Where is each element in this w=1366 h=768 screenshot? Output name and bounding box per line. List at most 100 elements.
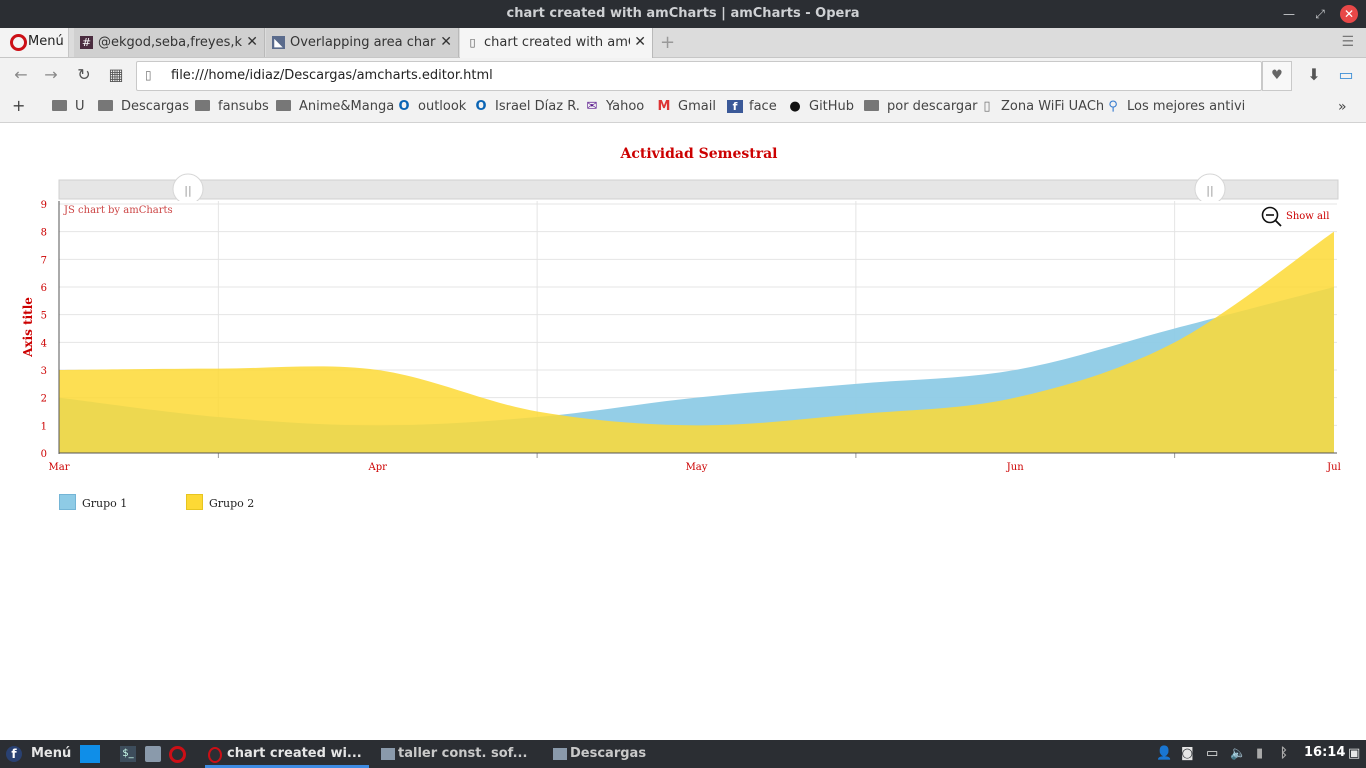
bookmark-outlook[interactable]: Ooutlook xyxy=(396,99,466,114)
bookmark-gmail[interactable]: M Gmail xyxy=(656,99,716,114)
y-tick-label: 4 xyxy=(41,338,47,349)
bookmark-u[interactable]: U xyxy=(52,99,85,114)
bookmark-anime-manga[interactable]: Anime&Manga xyxy=(276,99,394,114)
x-tick-label: Jun xyxy=(1006,462,1024,473)
bookmark-israel[interactable]: O Israel Díaz R. xyxy=(473,99,579,114)
legend-item-grupo-1[interactable]: Grupo 1 xyxy=(59,494,127,510)
y-axis-title: Axis title xyxy=(21,297,35,358)
bookmark-label: Yahoo xyxy=(606,99,645,114)
bookmark-face[interactable]: f face xyxy=(727,99,777,114)
downloads-icon[interactable]: ⬇ xyxy=(1303,65,1325,84)
file-manager-icon[interactable] xyxy=(145,746,161,762)
bookmark-label: Anime&Manga xyxy=(299,99,395,114)
address-url[interactable]: file:///home/idiaz/Descargas/amcharts.ed… xyxy=(171,68,493,83)
speed-dial-grid-icon[interactable]: ▦ xyxy=(105,65,127,84)
x-tick-label: Apr xyxy=(368,462,388,473)
tab-label: chart created with amCh xyxy=(484,35,630,50)
bookmarks-bar: + U Descargas fansubs Anime&Manga Ooutlo… xyxy=(0,92,1366,123)
forward-button[interactable]: → xyxy=(40,65,62,84)
address-bar[interactable]: ▯ file:///home/idiaz/Descargas/amcharts.… xyxy=(136,61,1262,91)
add-bookmark-button[interactable]: + xyxy=(12,96,25,115)
tab-label: Overlapping area chart - xyxy=(290,35,436,50)
scrollbar-left-grip[interactable]: || xyxy=(172,173,204,205)
scrollbar-right-grip[interactable]: || xyxy=(1194,173,1226,205)
bluetooth-icon[interactable]: ᛒ xyxy=(1280,746,1288,761)
maximize-button[interactable]: ⤢ xyxy=(1311,5,1329,23)
tab-menu-icon[interactable]: ☰ xyxy=(1341,34,1354,50)
taskbar-app-opera[interactable]: chart created wi... xyxy=(227,746,362,761)
x-tick-label: Jul xyxy=(1326,462,1341,473)
window-title: chart created with amCharts | amCharts -… xyxy=(506,6,860,21)
outlook-icon: O xyxy=(398,99,410,114)
x-tick-labels: Mar Apr May Jun Jul xyxy=(49,462,1341,473)
legend-label: Grupo 2 xyxy=(209,497,255,510)
folder-icon xyxy=(276,100,291,111)
navigation-bar: ← → ↻ ▦ ▯ file:///home/idiaz/Descargas/a… xyxy=(0,58,1366,92)
bookmark-label: GitHub xyxy=(809,99,855,114)
back-button[interactable]: ← xyxy=(10,65,32,84)
user-icon[interactable]: 👤 xyxy=(1156,746,1172,761)
clock: 16:14 xyxy=(1304,745,1346,760)
outlook-icon: O xyxy=(475,99,487,114)
bookmark-zona-wifi[interactable]: ▯ Zona WiFi UACh xyxy=(979,99,1104,114)
bookmark-label: face xyxy=(749,99,777,114)
y-tick-label: 6 xyxy=(41,283,47,294)
close-tab-icon[interactable]: ✕ xyxy=(246,34,258,50)
opera-icon xyxy=(208,747,222,763)
svg-text:||: || xyxy=(184,184,191,197)
bookmark-descargas[interactable]: Descargas xyxy=(98,99,189,114)
battery-saver-icon[interactable]: ▭ xyxy=(1335,65,1357,84)
fedora-logo-icon: f xyxy=(6,746,22,762)
bookmark-label: Descargas xyxy=(121,99,190,114)
close-window-button[interactable]: ✕ xyxy=(1340,5,1358,23)
y-tick-label: 5 xyxy=(41,311,47,322)
tab-irc[interactable]: # @ekgod,seba,freyes,kiwi ✕ xyxy=(74,28,265,57)
terminal-icon[interactable]: $_ xyxy=(120,746,136,762)
bookmark-label: U xyxy=(75,99,85,114)
display-icon[interactable]: ▭ xyxy=(1206,746,1218,761)
close-tab-icon[interactable]: ✕ xyxy=(634,34,646,50)
legend-label: Grupo 1 xyxy=(82,497,128,510)
folder-icon xyxy=(553,748,567,760)
bookmark-github[interactable]: ● GitHub xyxy=(787,99,854,114)
opera-menu-label: Menú xyxy=(28,34,64,49)
taskbar: f Menú $_ chart created wi... taller con… xyxy=(0,740,1366,768)
taskbar-app-taller[interactable]: taller const. sof... xyxy=(398,746,527,761)
bookmark-heart-icon[interactable]: ♥ xyxy=(1262,61,1292,91)
new-tab-button[interactable]: + xyxy=(660,32,675,53)
legend-item-grupo-2[interactable]: Grupo 2 xyxy=(186,494,254,510)
x-tick-label: May xyxy=(686,462,708,473)
github-icon: ● xyxy=(789,99,801,114)
opera-menu-button[interactable]: Menú xyxy=(0,28,69,57)
svg-text:||: || xyxy=(1206,184,1213,197)
chart-scrollbar[interactable] xyxy=(58,179,1339,200)
reload-button[interactable]: ↻ xyxy=(73,65,95,84)
folder-icon xyxy=(98,100,113,111)
bookmark-fansubs[interactable]: fansubs xyxy=(195,99,269,114)
tab-label: @ekgod,seba,freyes,kiwi xyxy=(98,35,242,50)
window-titlebar: chart created with amCharts | amCharts -… xyxy=(0,0,1366,28)
amcharts-credit[interactable]: JS chart by amCharts xyxy=(63,205,173,216)
opera-launcher-icon[interactable] xyxy=(169,746,186,763)
bookmark-yahoo[interactable]: ✉ Yahoo xyxy=(584,99,645,114)
y-tick-label: 9 xyxy=(41,200,47,211)
y-tick-labels: 0 1 2 3 4 5 6 7 8 9 xyxy=(41,200,47,460)
chart-page: Actividad Semestral || || 0 1 2 3 4 5 6 7 8 9 Mar… xyxy=(0,123,1366,740)
taskbar-app-descargas[interactable]: Descargas xyxy=(570,746,646,761)
close-tab-icon[interactable]: ✕ xyxy=(440,34,452,50)
bookmark-por-descargar[interactable]: por descargar xyxy=(864,99,978,114)
volume-icon[interactable]: 🔈 xyxy=(1230,746,1246,761)
page-icon: ▯ xyxy=(983,99,991,114)
tab-chart-created[interactable]: ▯ chart created with amCh ✕ xyxy=(460,28,653,58)
y-tick-label: 2 xyxy=(41,394,47,405)
battery-icon[interactable]: ▮ xyxy=(1256,746,1263,761)
show-desktop-icon[interactable] xyxy=(80,745,100,763)
legend-swatch xyxy=(186,494,203,510)
taskbar-menu-button[interactable]: Menú xyxy=(31,746,71,761)
bookmark-antivirus[interactable]: ⚲ Los mejores antiviru xyxy=(1105,99,1245,114)
screenshot-icon[interactable]: ◙ xyxy=(1181,746,1194,761)
notifications-icon[interactable]: ▣ xyxy=(1348,746,1360,761)
more-bookmarks-button[interactable]: » xyxy=(1338,99,1347,115)
minimize-button[interactable]: — xyxy=(1280,5,1298,23)
tab-overlapping-area[interactable]: ◣ Overlapping area chart - ✕ xyxy=(266,28,459,57)
